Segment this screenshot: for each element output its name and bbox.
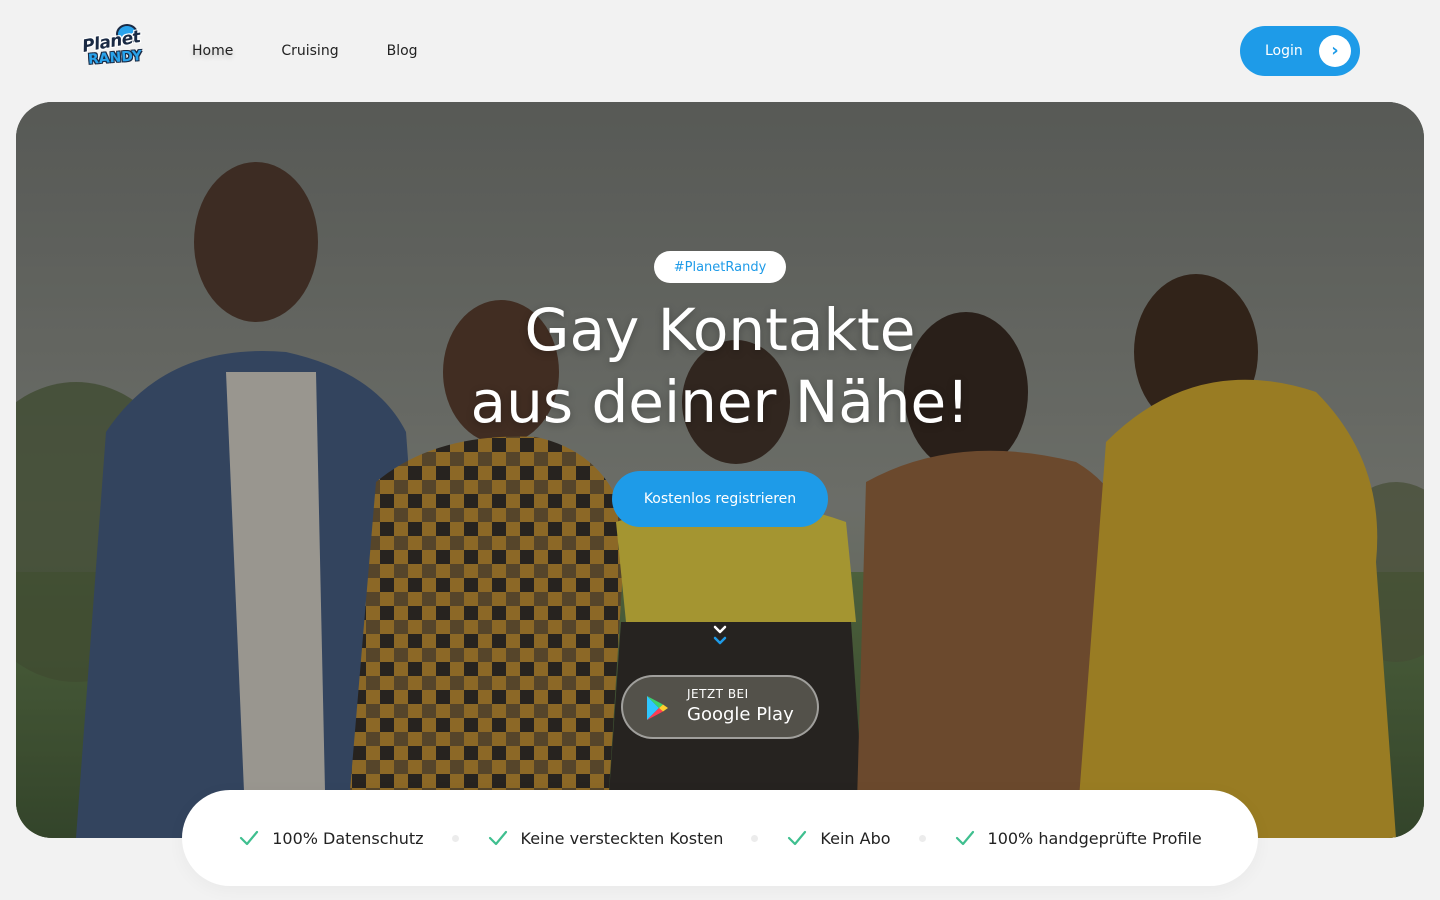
check-icon: [238, 829, 260, 847]
chevron-right-icon: ›: [1319, 35, 1351, 67]
feature-item: Kein Abo: [786, 828, 891, 848]
feature-separator: [451, 834, 459, 842]
google-play-button[interactable]: JETZT BEI Google Play: [621, 675, 819, 739]
headline-line-2: aus deiner Nähe!: [470, 368, 970, 436]
feature-item: Keine versteckten Kosten: [487, 828, 724, 848]
feature-label: Keine versteckten Kosten: [520, 828, 724, 848]
double-chevron-down-icon[interactable]: [710, 620, 730, 650]
hero-section: #PlanetRandy Gay Kontakte aus deiner Näh…: [16, 102, 1424, 838]
hashtag-badge: #PlanetRandy: [654, 251, 786, 283]
google-play-big-label: Google Play: [687, 704, 794, 725]
main-nav: Home Cruising Blog: [192, 41, 466, 61]
nav-blog[interactable]: Blog: [387, 41, 418, 61]
feature-label: 100% handgeprüfte Profile: [987, 828, 1202, 848]
google-play-icon: [645, 695, 669, 721]
nav-home[interactable]: Home: [192, 41, 233, 61]
check-icon: [954, 829, 976, 847]
check-icon: [487, 829, 509, 847]
feature-item: 100% handgeprüfte Profile: [954, 829, 1202, 848]
site-header: Planet RANDY Home Cruising Blog Login ›: [0, 0, 1440, 102]
feature-item: 100% Datenschutz: [238, 828, 424, 848]
login-label: Login: [1265, 43, 1303, 59]
feature-separator: [751, 834, 759, 842]
register-free-button[interactable]: Kostenlos registrieren: [612, 471, 828, 527]
google-play-small-label: JETZT BEI: [687, 687, 749, 701]
feature-highlights-bar: 100% Datenschutz Keine versteckten Koste…: [182, 790, 1258, 886]
check-icon: [786, 829, 808, 847]
hero-headline: Gay Kontakte aus deiner Nähe!: [320, 294, 1120, 438]
logo-bubble-icon: [116, 24, 138, 44]
feature-label: Kein Abo: [820, 828, 891, 848]
nav-cruising[interactable]: Cruising: [281, 41, 338, 61]
feature-separator: [918, 834, 926, 842]
feature-label: 100% Datenschutz: [272, 828, 424, 848]
logo-line-2: RANDY: [87, 48, 143, 68]
planet-randy-logo[interactable]: Planet RANDY: [80, 22, 154, 74]
headline-line-1: Gay Kontakte: [524, 296, 916, 364]
login-button[interactable]: Login ›: [1240, 26, 1360, 76]
